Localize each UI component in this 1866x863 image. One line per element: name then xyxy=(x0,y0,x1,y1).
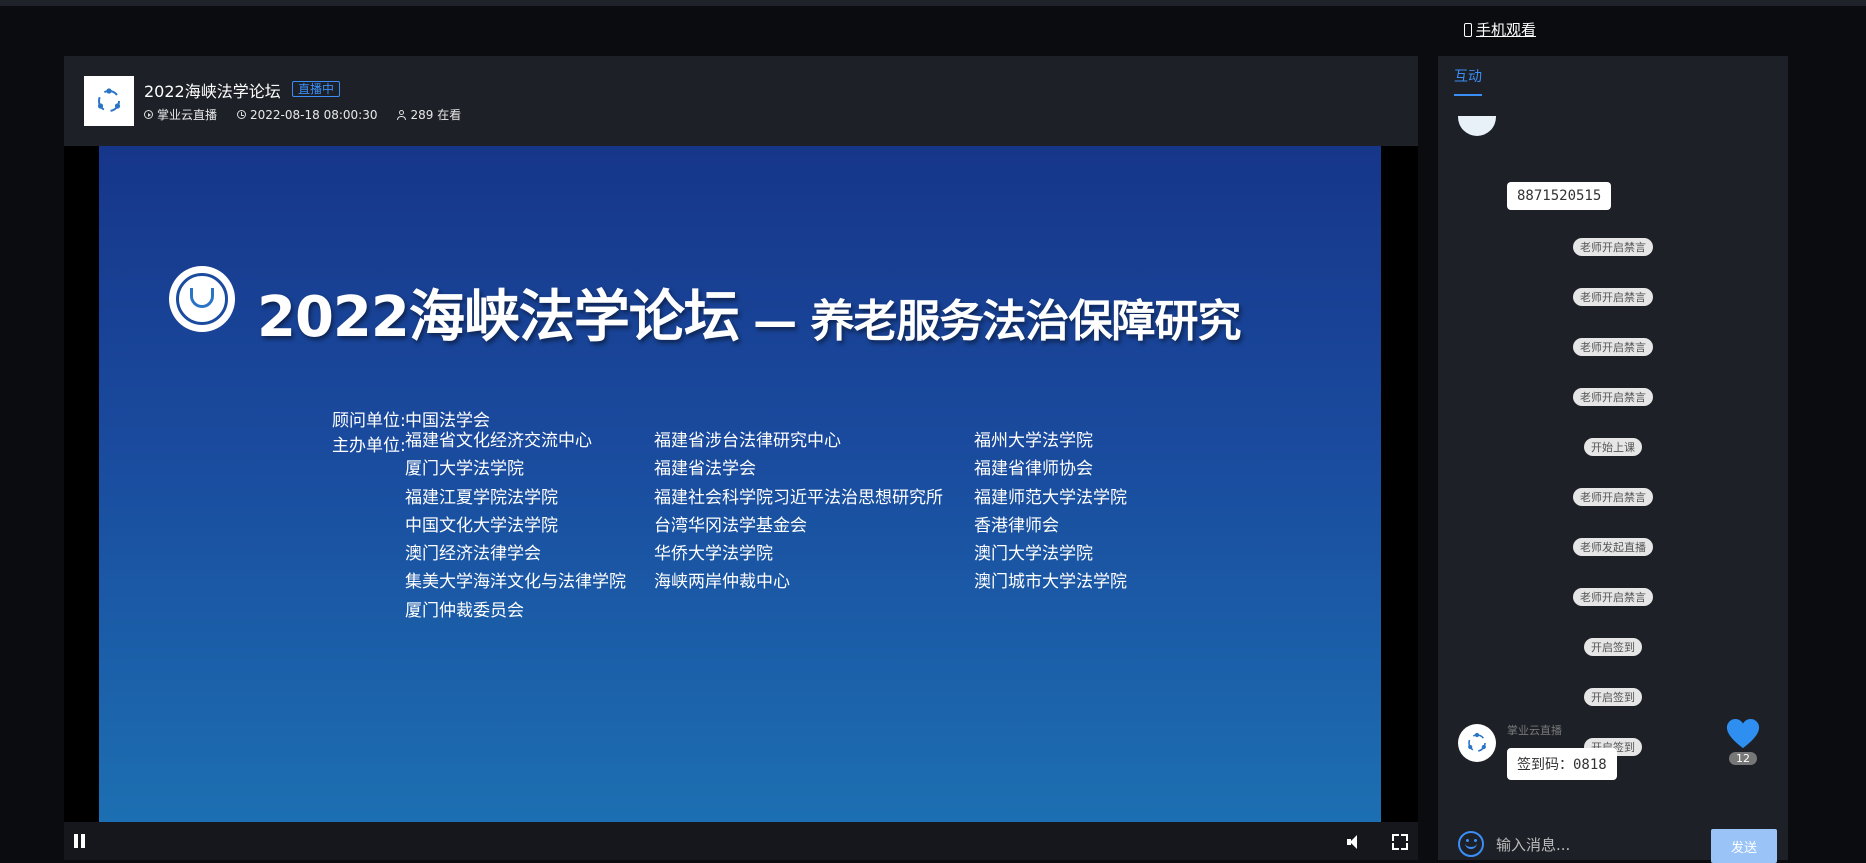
host-org: 澳门大学法学院 xyxy=(974,544,1093,565)
user-icon xyxy=(397,109,407,120)
slide-title-sub: — 养老服务法治保障研究 xyxy=(738,296,1241,347)
host-column-2: 福建省涉台法律研究中心 福建省法学会 福建社会科学院习近平法治思想研究所 台湾华… xyxy=(654,427,943,597)
like-count: 12 xyxy=(1729,752,1757,765)
message-input-row: 发送 xyxy=(1438,821,1788,863)
live-title: 2022海峡法学论坛 xyxy=(144,82,281,101)
mobile-view-label: 手机观看 xyxy=(1475,21,1536,39)
avatar xyxy=(1458,116,1496,136)
tab-interaction[interactable]: 互动 xyxy=(1454,66,1482,96)
chat-bubble: 8871520515 xyxy=(1507,182,1612,210)
host-label: 主办单位: xyxy=(332,436,406,456)
volume-icon[interactable] xyxy=(1347,835,1363,849)
host-org: 福州大学法学院 xyxy=(974,431,1093,451)
host-org: 海峡两岸仲裁中心 xyxy=(654,572,790,593)
host-org: 厦门仲裁委员会 xyxy=(405,600,524,621)
host-org: 福建省涉台法律研究中心 xyxy=(654,431,841,451)
system-message: 老师开启禁言 xyxy=(1573,238,1653,256)
channel-name: 掌业云直播 xyxy=(157,108,218,122)
datetime-meta: 2022-08-18 08:00:30 xyxy=(237,106,377,123)
interaction-panel: 互动 8871520515 老师开启禁言 老师开启禁言 老师开启禁言 老师开启禁… xyxy=(1438,56,1788,863)
host-org: 台湾华冈法学基金会 xyxy=(654,515,807,536)
system-message: 老师开启禁言 xyxy=(1573,338,1653,356)
live-meta-row: 掌业云直播 2022-08-18 08:00:30 289 在看 xyxy=(144,106,461,123)
mobile-view-link[interactable]: 手机观看 xyxy=(1463,19,1536,40)
share-logo-icon xyxy=(1468,732,1486,752)
message-input[interactable] xyxy=(1494,831,1708,859)
host-org: 福建省律师协会 xyxy=(974,459,1093,480)
host-org: 澳门经济法律学会 xyxy=(405,544,541,565)
send-button[interactable]: 发送 xyxy=(1711,829,1777,863)
live-datetime: 2022-08-18 08:00:30 xyxy=(250,107,378,122)
university-seal-logo xyxy=(169,266,235,332)
avatar xyxy=(1458,724,1496,762)
system-message: 老师开启禁言 xyxy=(1573,388,1653,406)
emoji-icon[interactable] xyxy=(1458,831,1484,857)
channel-avatar xyxy=(84,76,134,126)
host-org: 华侨大学法学院 xyxy=(654,544,773,565)
play-circle-icon xyxy=(144,110,153,119)
viewer-count: 289 在看 xyxy=(410,108,462,122)
chat-bubble: 签到码：0818 xyxy=(1507,748,1617,780)
viewers-meta: 289 在看 xyxy=(397,106,461,123)
system-message: 开启签到 xyxy=(1584,688,1642,706)
presentation-slide: 2022海峡法学论坛 — 养老服务法治保障研究 顾问单位: 中国法学会 主办单位… xyxy=(99,146,1381,822)
host-org: 香港律师会 xyxy=(974,515,1059,536)
pause-button[interactable] xyxy=(74,834,86,848)
window-top-bar xyxy=(0,0,1866,6)
host-column-3: 福州大学法学院 福建省律师协会 福建师范大学法学院 香港律师会 澳门大学法学院 … xyxy=(974,427,1127,597)
chat-list[interactable]: 8871520515 老师开启禁言 老师开启禁言 老师开启禁言 老师开启禁言 开… xyxy=(1438,116,1788,776)
advisor-label: 顾问单位: xyxy=(332,411,406,431)
channel-meta: 掌业云直播 xyxy=(144,106,217,123)
fullscreen-icon[interactable] xyxy=(1392,834,1408,850)
host-org: 福建省文化经济交流中心 xyxy=(405,431,592,451)
slide-title: 2022海峡法学论坛 — 养老服务法治保障研究 xyxy=(257,272,1241,353)
system-message: 老师开启禁言 xyxy=(1573,488,1653,506)
host-org: 福建社会科学院习近平法治思想研究所 xyxy=(654,487,943,508)
heart-like-icon[interactable] xyxy=(1724,716,1762,750)
host-column-1: 福建省文化经济交流中心 厦门大学法学院 福建江夏学院法学院 中国文化大学法学院 … xyxy=(405,427,626,625)
system-message: 老师开启禁言 xyxy=(1573,588,1653,606)
host-org: 厦门大学法学院 xyxy=(405,459,524,480)
share-logo-icon xyxy=(97,88,121,112)
video-player: 2022海峡法学论坛 直播中 掌业云直播 2022-08-18 08:00:30… xyxy=(64,56,1418,860)
host-org: 澳门城市大学法学院 xyxy=(974,572,1127,593)
sender-name: 掌业云直播 xyxy=(1507,724,1562,737)
slide-title-main: 2022海峡法学论坛 xyxy=(257,285,740,350)
system-message: 老师开启禁言 xyxy=(1573,288,1653,306)
phone-icon xyxy=(1463,22,1472,37)
live-info-bar: 2022海峡法学论坛 直播中 掌业云直播 2022-08-18 08:00:30… xyxy=(64,56,1418,146)
host-org: 福建江夏学院法学院 xyxy=(405,487,558,508)
host-org: 中国文化大学法学院 xyxy=(405,515,558,536)
system-message: 开始上课 xyxy=(1584,438,1642,456)
system-message: 老师发起直播 xyxy=(1573,538,1653,556)
host-org: 福建省法学会 xyxy=(654,459,756,480)
system-message: 开启签到 xyxy=(1584,638,1642,656)
host-org: 福建师范大学法学院 xyxy=(974,487,1127,508)
live-status-badge: 直播中 xyxy=(292,81,341,97)
player-control-bar xyxy=(64,822,1418,860)
clock-icon xyxy=(237,110,247,119)
host-org: 集美大学海洋文化与法律学院 xyxy=(405,572,626,593)
